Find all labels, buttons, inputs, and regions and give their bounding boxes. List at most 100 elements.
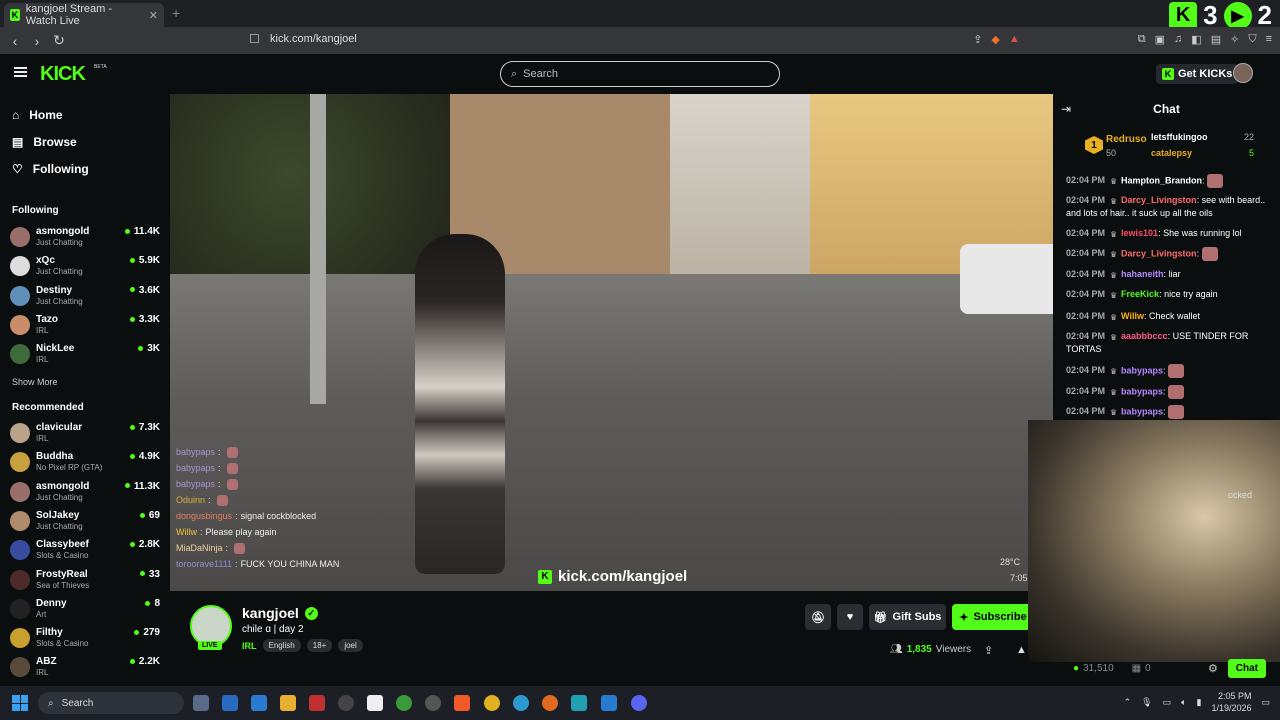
video-player[interactable]: babypaps: babypaps: babypaps: Oduinn: dongus…	[170, 94, 1053, 591]
chat-badge-icon: ♛	[1110, 388, 1118, 398]
search-input[interactable]: ⌕ Search	[500, 61, 780, 87]
follow-button[interactable]: ♥	[837, 604, 863, 630]
channel-item[interactable]: SolJakey Just Chatting 69	[10, 508, 160, 534]
app-icon-6[interactable]	[396, 695, 412, 711]
bookmark-icon[interactable]: ☐	[249, 32, 260, 46]
sidebar-home[interactable]: ⌂ Home	[12, 108, 63, 122]
get-kicks-button[interactable]: K Get KICKs	[1156, 64, 1239, 84]
hamburger-menu-icon[interactable]	[14, 67, 27, 77]
channel-item[interactable]: ABZ IRL 2.2K	[10, 654, 160, 680]
app-icon-8[interactable]	[571, 695, 587, 711]
menu-icon[interactable]: ≡	[1266, 33, 1272, 46]
app-icon-3[interactable]	[309, 695, 325, 711]
channel-item[interactable]: clavicular IRL 7.3K	[10, 420, 160, 446]
chat-settings-icon[interactable]: ⚙	[1208, 662, 1218, 675]
vscode-icon[interactable]	[601, 695, 617, 711]
edge-icon[interactable]	[513, 695, 529, 711]
channel-item[interactable]: asmongold Just Chatting 11.4K	[10, 224, 160, 250]
tab-close-icon[interactable]: ✕	[149, 9, 158, 22]
browser-tab[interactable]: K kangjoel Stream - Watch Live ✕	[4, 3, 164, 27]
wallet-icon[interactable]: ▤	[1211, 33, 1221, 46]
extension-icon[interactable]: ⧉	[1138, 33, 1146, 46]
url-field[interactable]: kick.com/kangjoel	[270, 33, 357, 45]
battery-icon[interactable]: ▮	[1196, 697, 1201, 708]
sidebar-following[interactable]: ♡ Following	[12, 162, 89, 176]
brave-shield-icon[interactable]: ◆	[991, 33, 999, 46]
microphone-icon[interactable]: 🎙︎	[1141, 697, 1152, 708]
app-icon-1[interactable]	[222, 695, 238, 711]
chat-username[interactable]: aaabbbccc	[1121, 331, 1168, 341]
file-explorer-icon[interactable]	[280, 695, 296, 711]
tray-chevron-icon[interactable]: ⌃	[1124, 697, 1132, 708]
app-icon-7[interactable]	[425, 695, 441, 711]
notifications-icon[interactable]: ▭	[1261, 697, 1270, 708]
channel-item[interactable]: Destiny Just Chatting 3.6K	[10, 283, 160, 309]
media-icon[interactable]: ♫	[1174, 33, 1182, 46]
report-icon[interactable]: ▲	[1016, 644, 1027, 656]
firefox-icon[interactable]	[542, 695, 558, 711]
chat-username[interactable]: Darcy_Livingston	[1121, 248, 1197, 258]
user-avatar[interactable]	[1233, 63, 1253, 83]
tag-english[interactable]: English	[262, 639, 301, 652]
channel-item[interactable]: Classybeef Slots & Casino 2.8K	[10, 537, 160, 563]
channel-item[interactable]: Tazo IRL 3.3K	[10, 312, 160, 338]
leader-2-name[interactable]: letsffukingoo	[1151, 132, 1208, 142]
channel-item[interactable]: NickLee IRL 3K	[10, 341, 160, 367]
forward-icon[interactable]: ›	[26, 33, 48, 49]
channel-item[interactable]: asmongold Just Chatting 11.3K	[10, 479, 160, 505]
windows-start-icon[interactable]	[12, 695, 28, 711]
show-more-link[interactable]: Show More	[12, 377, 58, 387]
channel-item[interactable]: Buddha No Pixel RP (GTA) 4.9K	[10, 449, 160, 475]
new-tab-icon[interactable]: +	[172, 5, 180, 21]
screenshot-icon[interactable]: ▣	[1155, 33, 1165, 46]
channel-item[interactable]: Denny Art 8	[10, 596, 160, 622]
chat-send-button[interactable]: Chat	[1227, 659, 1266, 678]
stream-watermark: K kick.com/kangjoel	[538, 568, 687, 585]
chat-username[interactable]: Darcy_Livingston	[1121, 195, 1197, 205]
app-icon-2[interactable]	[251, 695, 267, 711]
leader-1-name[interactable]: Redruso	[1106, 134, 1147, 145]
chat-username[interactable]: hahaneith	[1121, 269, 1164, 279]
tag-joel[interactable]: joel	[338, 639, 363, 652]
vpn-icon[interactable]: ⛉	[1248, 33, 1256, 46]
channel-item[interactable]: Filthy Slots & Casino 279	[10, 625, 160, 651]
subscribe-button[interactable]: ✦ Subscribe	[952, 604, 1034, 630]
chrome-icon[interactable]	[484, 695, 500, 711]
rewards-icon[interactable]: ▲	[1009, 33, 1020, 46]
overlay-chat-user: Oduinn	[176, 495, 206, 505]
leo-icon[interactable]: ✧	[1230, 33, 1239, 46]
back-icon[interactable]: ‹	[4, 33, 26, 49]
category-link[interactable]: IRL	[242, 641, 257, 651]
channel-item[interactable]: FrostyReal Sea of Thieves 33	[10, 567, 160, 593]
sidebar-icon[interactable]: ◧	[1191, 33, 1201, 46]
channel-item[interactable]: xQc Just Chatting 5.9K	[10, 253, 160, 279]
streamer-name[interactable]: kangjoel	[242, 605, 299, 621]
leader-3-name[interactable]: catalepsy	[1151, 148, 1192, 158]
clock[interactable]: 2:05 PM 1/19/2026	[1211, 690, 1251, 714]
app-icon-5[interactable]	[367, 695, 383, 711]
volume-icon[interactable]: 🔈︎	[1181, 697, 1186, 708]
discord-icon[interactable]	[631, 695, 647, 711]
sidebar-browse[interactable]: ▤ Browse	[12, 135, 77, 149]
tag-18plus[interactable]: 18+	[306, 639, 333, 652]
channel-category: IRL	[36, 355, 49, 365]
chat-username[interactable]: babypaps	[1121, 386, 1163, 396]
chat-username[interactable]: Willw	[1121, 311, 1144, 321]
taskview-icon[interactable]	[193, 695, 209, 711]
reload-icon[interactable]: ↻	[48, 32, 70, 49]
chat-username[interactable]: Hampton_Brandon	[1121, 175, 1202, 185]
chat-username[interactable]: FreeKick	[1121, 289, 1159, 299]
chat-username[interactable]: babypaps	[1121, 365, 1163, 375]
gift-subs-button[interactable]: 🎁︎ Gift Subs	[869, 604, 946, 630]
app-icon-4[interactable]	[338, 695, 354, 711]
kick-logo[interactable]: KICK	[40, 63, 86, 86]
network-icon[interactable]: ▭	[1163, 697, 1172, 708]
share-icon[interactable]: ⇪	[973, 33, 982, 46]
taskbar-search[interactable]: ⌕ Search	[38, 692, 184, 714]
chat-message: 02:04 PM ♛ babypaps:	[1066, 364, 1276, 378]
mute-notifications-button[interactable]: 🔕︎	[805, 604, 831, 630]
chat-username[interactable]: babypaps	[1121, 406, 1163, 416]
chat-username[interactable]: lewis101	[1121, 228, 1158, 238]
share-icon[interactable]: ⇪	[984, 644, 993, 657]
brave-icon[interactable]	[454, 695, 470, 711]
